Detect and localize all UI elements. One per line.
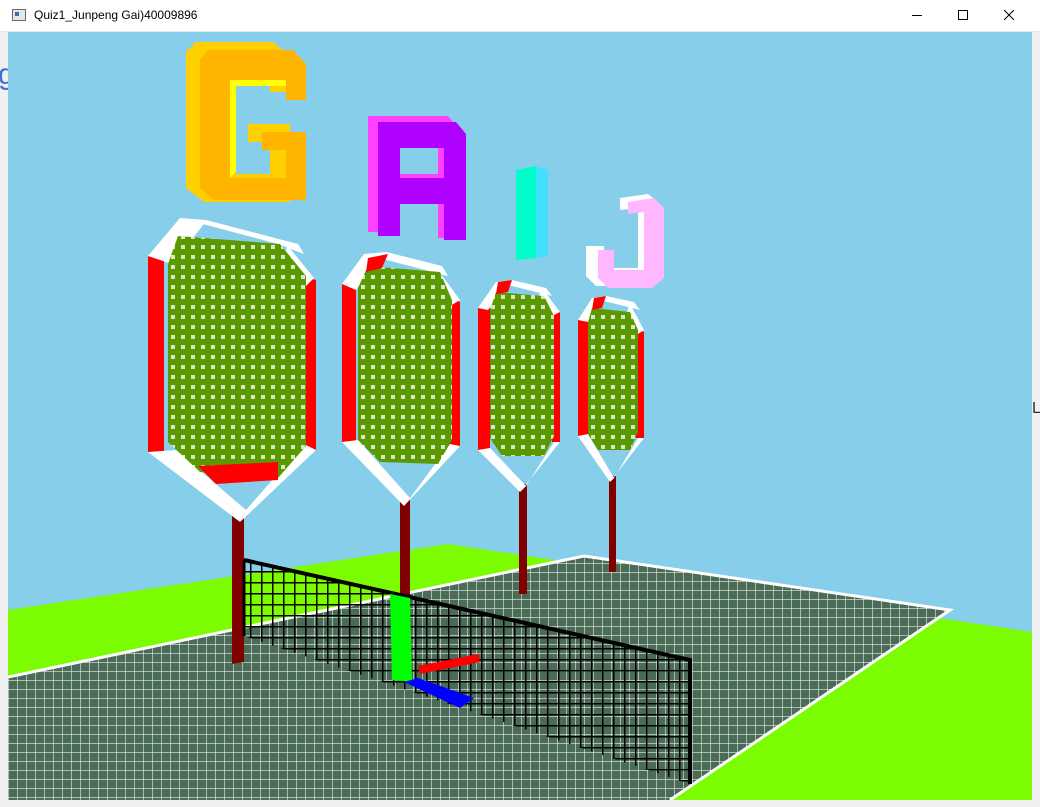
racket-2 — [342, 252, 460, 506]
racket-handle-4 — [609, 476, 616, 572]
maximize-icon — [958, 10, 968, 20]
racket-4 — [578, 296, 644, 482]
net-post-green — [390, 594, 412, 682]
letter-i-block — [516, 166, 548, 260]
close-button[interactable] — [986, 0, 1032, 31]
letter-a-block — [368, 116, 466, 240]
background-text-fragment: L — [1032, 400, 1040, 417]
close-icon — [1004, 10, 1014, 20]
window-title: Quiz1_Junpeng Gai)40009896 — [34, 8, 198, 22]
background-window-edge-left: g — [0, 32, 15, 807]
app-icon — [12, 9, 26, 21]
maximize-button[interactable] — [940, 0, 986, 31]
letter-g-block — [186, 42, 306, 202]
window-bottom-border — [0, 800, 1040, 807]
racket-handle-2 — [400, 500, 410, 598]
title-bar[interactable]: Quiz1_Junpeng Gai)40009896 — [0, 0, 1040, 32]
app-window: Quiz1_Junpeng Gai)40009896 g L — [0, 0, 1040, 807]
minimize-icon — [912, 15, 922, 16]
racket-handle-1 — [232, 512, 244, 664]
opengl-viewport[interactable] — [8, 32, 1032, 800]
scene-canvas — [8, 42, 1032, 800]
racket-3 — [478, 280, 560, 492]
minimize-button[interactable] — [894, 0, 940, 31]
racket-1 — [148, 218, 316, 522]
letter-j-block — [586, 194, 664, 288]
background-window-edge-right: L — [1032, 32, 1040, 807]
racket-handle-3 — [519, 484, 527, 594]
